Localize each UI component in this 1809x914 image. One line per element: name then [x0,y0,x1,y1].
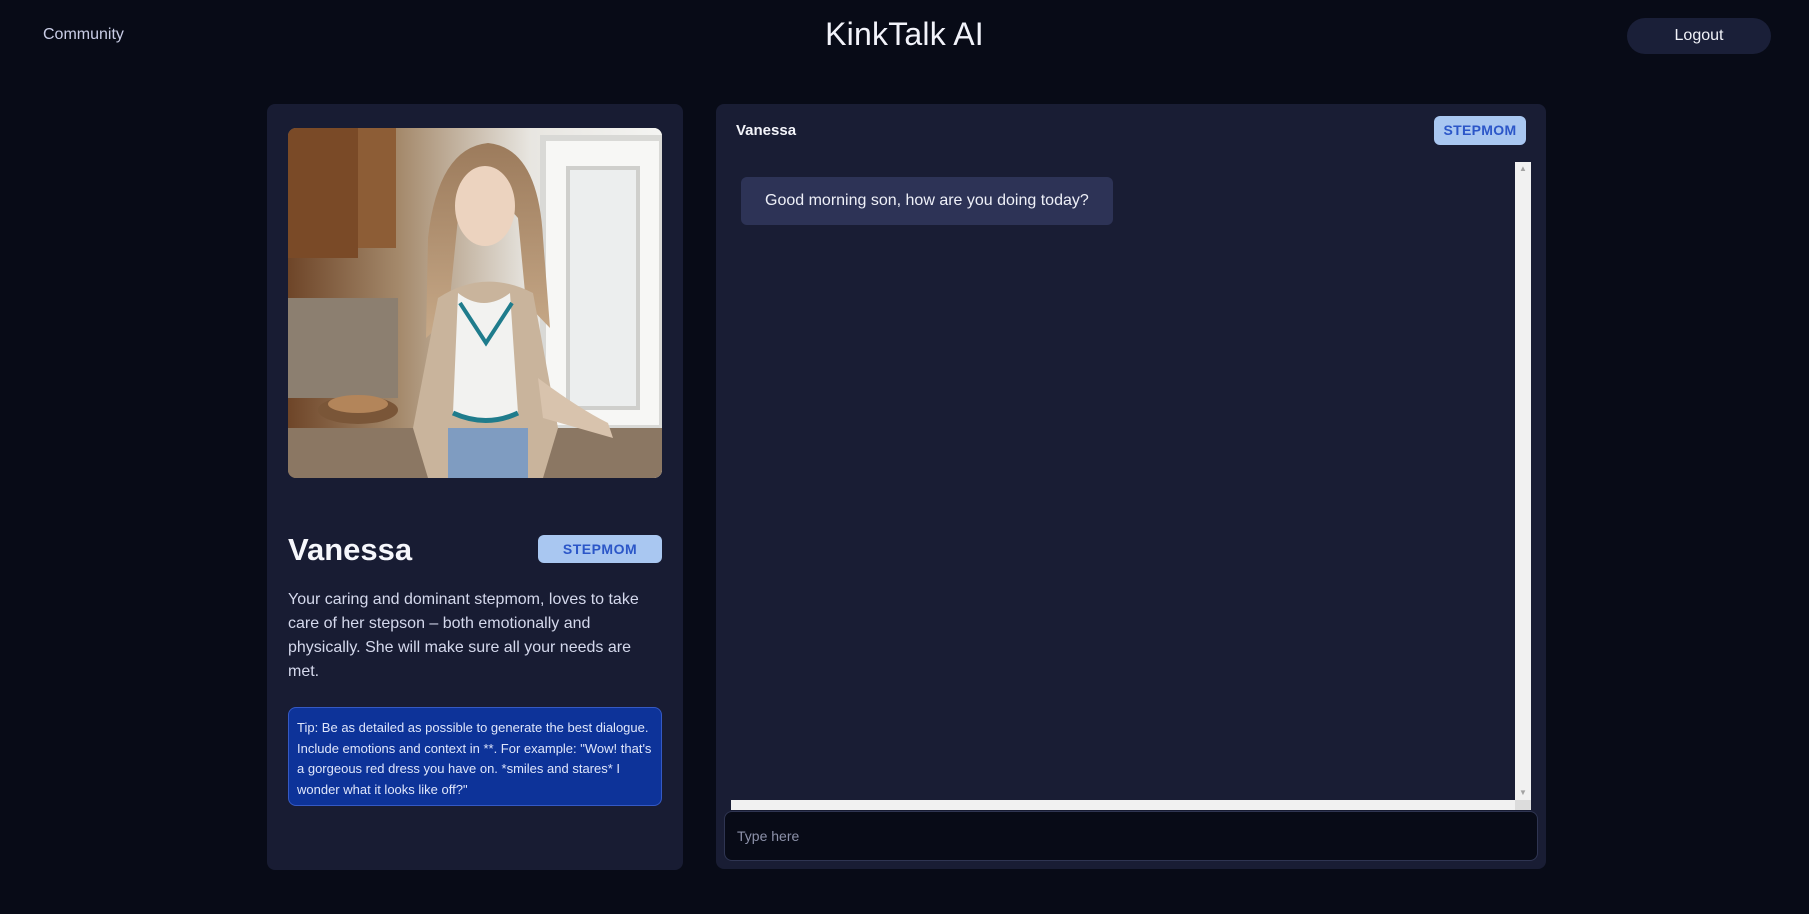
chat-header-badge: STEPMOM [1434,116,1526,145]
chat-header-name: Vanessa [736,122,797,139]
scroll-up-arrow-icon[interactable]: ▲ [1515,162,1531,176]
character-description: Your caring and dominant stepmom, loves … [288,591,639,680]
logout-button[interactable]: Logout [1627,18,1771,54]
character-profile-card: Vanessa STEPMOM Your caring and dominant… [267,104,683,870]
dialogue-tip-box: Tip: Be as detailed as possible to gener… [288,707,662,806]
message-input[interactable] [724,811,1538,861]
portrait-illustration [288,128,662,478]
message-list-vertical-scrollbar[interactable]: ▲ ▼ [1515,162,1531,800]
scroll-down-arrow-icon[interactable]: ▼ [1515,786,1531,800]
app-page: Community KinkTalk AI Logout Vanessa STE… [0,0,1809,914]
chat-panel: Vanessa STEPMOM Good morning son, how ar… [716,104,1546,869]
scrollbar-corner [1515,800,1531,810]
app-title: KinkTalk AI [825,16,984,52]
message-list-horizontal-scrollbar[interactable] [731,800,1515,810]
character-role-badge: STEPMOM [538,535,662,563]
character-portrait-image [288,128,662,478]
message-list[interactable]: Good morning son, how are you doing toda… [731,162,1546,812]
message-bubble: Good morning son, how are you doing toda… [741,177,1113,225]
character-name: Vanessa [288,532,413,567]
